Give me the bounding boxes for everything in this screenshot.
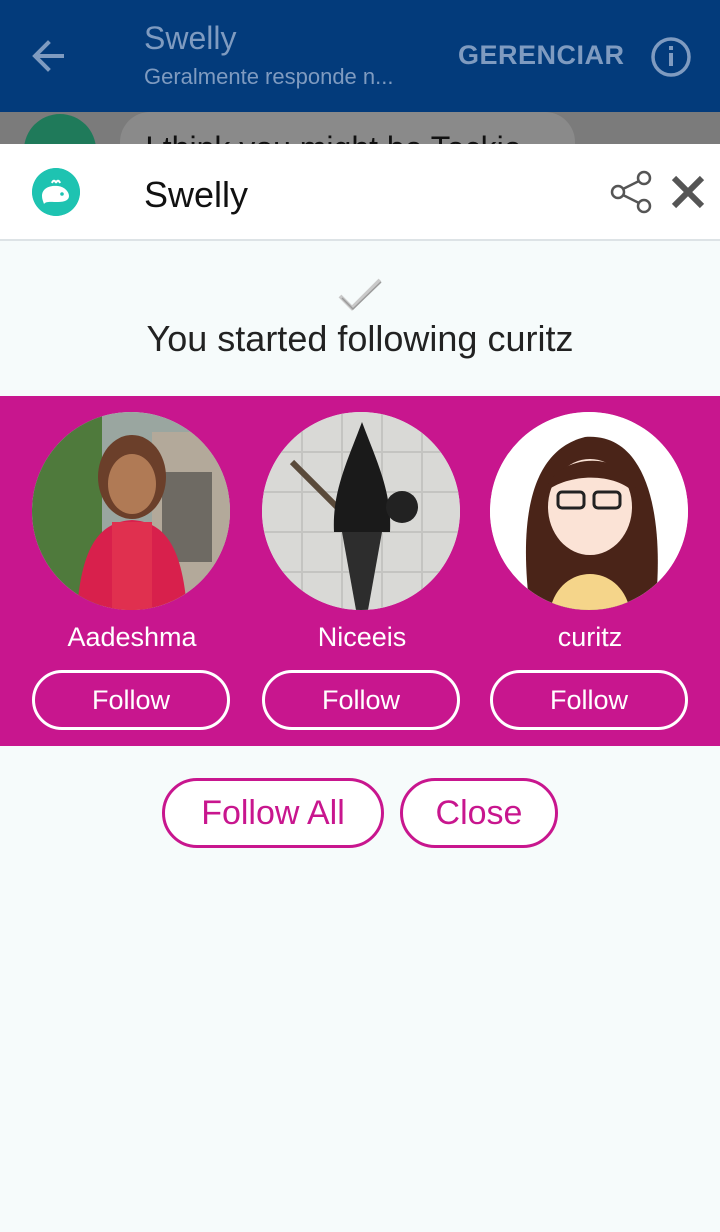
avatar bbox=[24, 114, 96, 144]
follow-button[interactable]: Follow bbox=[32, 670, 230, 730]
follow-sheet: Swelly You started following curitz Aade… bbox=[0, 144, 720, 1232]
avatar[interactable] bbox=[262, 412, 460, 610]
follow-button[interactable]: Follow bbox=[262, 670, 460, 730]
whale-logo-icon bbox=[32, 168, 80, 216]
message-text: I think you might be Teckie bbox=[145, 130, 522, 144]
chat-title: Swelly bbox=[144, 20, 237, 56]
user-name: Aadeshma bbox=[67, 622, 197, 652]
manage-button[interactable]: GERENCIAR bbox=[458, 40, 625, 71]
chat-subtitle: Geralmente responde n... bbox=[144, 64, 394, 89]
follow-all-button[interactable]: Follow All bbox=[162, 778, 384, 848]
suggested-users: Aadeshma Follow Niceeis Follow curitz Fo… bbox=[0, 396, 720, 746]
follow-notice: You started following curitz bbox=[146, 318, 574, 359]
sheet-header: Swelly bbox=[0, 144, 720, 241]
chat-peek: I think you might be Teckie bbox=[0, 112, 720, 144]
user-name: curitz bbox=[557, 622, 623, 652]
arrow-left-icon[interactable] bbox=[28, 36, 68, 76]
follow-button[interactable]: Follow bbox=[490, 670, 688, 730]
sheet-actions: Follow All Close bbox=[0, 778, 720, 850]
share-icon[interactable] bbox=[608, 168, 656, 216]
sheet-title: Swelly bbox=[144, 174, 249, 215]
avatar[interactable] bbox=[32, 412, 230, 610]
app-bar: Swelly Geralmente responde n... GERENCIA… bbox=[0, 0, 720, 112]
user-name: Niceeis bbox=[317, 622, 407, 652]
close-button[interactable]: Close bbox=[400, 778, 558, 848]
info-icon[interactable] bbox=[650, 36, 692, 78]
avatar[interactable] bbox=[490, 412, 688, 610]
close-icon[interactable] bbox=[668, 172, 708, 212]
check-icon bbox=[338, 278, 382, 311]
